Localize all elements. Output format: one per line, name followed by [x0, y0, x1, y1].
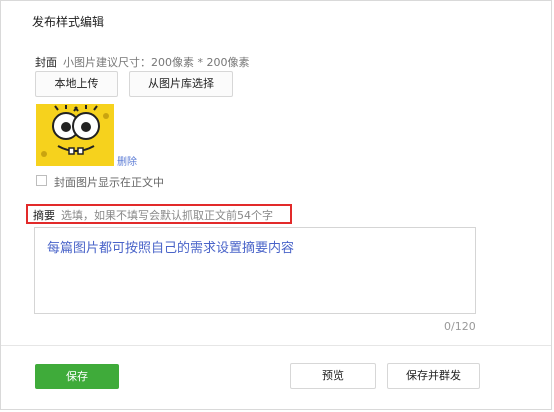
show-cover-in-body-label: 封面图片显示在正文中	[54, 176, 164, 189]
delete-cover-link[interactable]: 删除	[117, 153, 137, 168]
save-and-send-button[interactable]: 保存并群发	[387, 363, 480, 389]
choose-from-library-button[interactable]: 从图片库选择	[129, 71, 233, 97]
cover-size-hint: 小图片建议尺寸：200像素 * 200像素	[63, 56, 250, 69]
summary-hint: 选填，如果不填写会默认抓取正文前54个字	[61, 209, 273, 222]
summary-char-counter: 0/120	[444, 320, 476, 333]
preview-button[interactable]: 预览	[290, 363, 376, 389]
show-cover-in-body-checkbox[interactable]	[36, 175, 47, 186]
summary-textarea-content: 每篇图片都可按照自己的需求设置摘要内容	[47, 241, 295, 256]
footer-divider	[1, 345, 551, 346]
cover-label: 封面	[35, 56, 57, 69]
save-button[interactable]: 保存	[35, 364, 119, 389]
page-title: 发布样式编辑	[32, 15, 105, 29]
upload-local-button[interactable]: 本地上传	[35, 71, 118, 97]
spongebob-face-image	[36, 104, 114, 166]
summary-label: 摘要	[33, 209, 55, 222]
cover-thumbnail	[36, 104, 114, 166]
